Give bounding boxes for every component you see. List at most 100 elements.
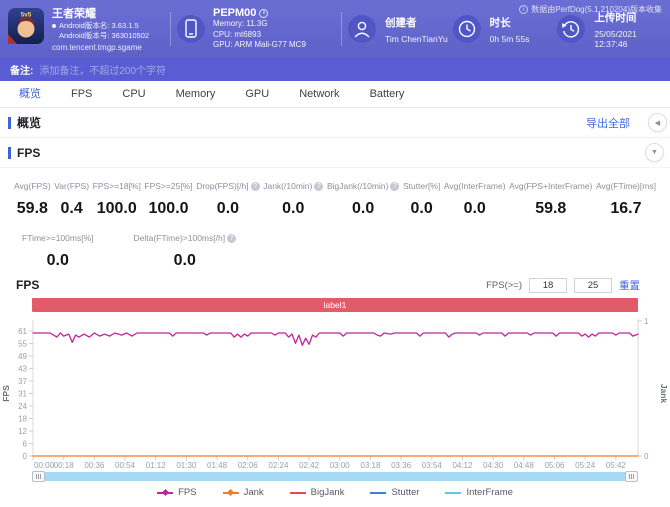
svg-text:Jank: Jank xyxy=(659,384,669,404)
fps-chart: 061218243137434955610100:0000:1800:3600:… xyxy=(0,312,670,470)
svg-text:24: 24 xyxy=(18,402,27,411)
header-divider xyxy=(170,12,171,46)
slider-left-handle[interactable] xyxy=(32,471,45,482)
fps-chart-title: FPS xyxy=(0,278,670,292)
slider-track[interactable] xyxy=(32,472,638,481)
svg-text:37: 37 xyxy=(18,377,27,386)
stat-FPS>=18[%]: FPS>=18[%] 100.0 xyxy=(93,181,141,218)
svg-text:01:12: 01:12 xyxy=(146,461,167,470)
stat-label: Drop(FPS)[/h]? xyxy=(196,181,259,191)
section-accent-bar xyxy=(8,147,11,159)
overview-title: 概览 xyxy=(17,114,41,131)
device-block: PEPM00 i Memory: 11.3G CPU: mt6893 GPU: … xyxy=(177,7,335,51)
svg-text:04:48: 04:48 xyxy=(514,461,535,470)
stat-value: 100.0 xyxy=(93,200,141,218)
stat-Delta(FTime)>100ms[/h]: Delta(FTime)>100ms[/h]?0.0 xyxy=(134,233,237,270)
legend-marker xyxy=(370,492,386,494)
svg-text:03:18: 03:18 xyxy=(360,461,381,470)
tab-Battery[interactable]: Battery xyxy=(355,81,420,107)
creator-block: 创建者 Tim ChenTianYu xyxy=(348,15,453,44)
svg-text:05:24: 05:24 xyxy=(575,461,596,470)
stat-Avg(InterFrame): Avg(InterFrame) 0.0 xyxy=(444,181,506,218)
legend-item-BigJank[interactable]: BigJank xyxy=(290,487,345,498)
duration-block: 时长 0h 5m 55s xyxy=(453,15,558,44)
svg-text:05:42: 05:42 xyxy=(606,461,627,470)
remark-input[interactable]: 添加备注，不超过200个字符 xyxy=(39,62,166,77)
reset-link[interactable]: 重置 xyxy=(619,278,640,293)
tab-GPU[interactable]: GPU xyxy=(230,81,284,107)
section-accent-bar xyxy=(8,117,11,129)
header-divider xyxy=(341,12,342,46)
duration-label: 时长 xyxy=(490,15,530,30)
info-icon: i xyxy=(519,5,528,14)
stat-label: Avg(FPS+InterFrame) xyxy=(509,181,592,191)
svg-text:00:36: 00:36 xyxy=(84,461,105,470)
svg-text:FPS: FPS xyxy=(1,385,11,402)
fps-threshold-label: FPS(>=) xyxy=(486,280,522,291)
collapse-section-button[interactable]: ▼ xyxy=(645,143,664,162)
chart-range-slider[interactable] xyxy=(32,471,638,482)
stat-value: 0.4 xyxy=(54,200,89,218)
stat-label: Var(FPS) xyxy=(54,181,89,191)
legend-item-InterFrame[interactable]: InterFrame xyxy=(445,487,512,498)
collect-note: i 数据由PerfDog(5.1.210204)版本收集 xyxy=(519,4,662,15)
app-block: 5v5 王者荣耀 Android版本名: 3.63.1.5 Android版本号… xyxy=(8,6,164,52)
device-memory: Memory: 11.3G xyxy=(213,19,306,30)
stat-Drop(FPS)[/h]: Drop(FPS)[/h]?0.0 xyxy=(196,181,259,218)
svg-text:00:18: 00:18 xyxy=(54,461,75,470)
stat-value: 0.0 xyxy=(22,252,94,270)
svg-text:03:00: 03:00 xyxy=(330,461,351,470)
svg-text:01:48: 01:48 xyxy=(207,461,228,470)
svg-text:0: 0 xyxy=(23,452,28,461)
help-icon[interactable]: ? xyxy=(314,182,323,191)
stat-value: 0.0 xyxy=(327,200,399,218)
svg-text:00:54: 00:54 xyxy=(115,461,136,470)
remark-bar: 备注: 添加备注，不超过200个字符 xyxy=(0,58,670,81)
app-name: 王者荣耀 xyxy=(52,8,149,21)
fps-chart-svg: 061218243137434955610100:0000:1800:3600:… xyxy=(0,312,670,470)
tab-Memory[interactable]: Memory xyxy=(161,81,231,107)
svg-text:05:06: 05:06 xyxy=(544,461,565,470)
legend-label: Jank xyxy=(244,487,264,498)
stat-FTime>=100ms[%]: FTime>=100ms[%]0.0 xyxy=(22,233,94,270)
chart-label-bar[interactable]: label1 xyxy=(32,298,638,312)
legend-item-Jank[interactable]: Jank xyxy=(223,487,264,498)
legend-item-Stutter[interactable]: Stutter xyxy=(370,487,419,498)
tab-概览[interactable]: 概览 xyxy=(4,81,56,107)
fps-threshold-high-input[interactable] xyxy=(574,278,612,293)
stat-Avg(FPS): Avg(FPS)59.8 xyxy=(14,181,51,218)
tab-FPS[interactable]: FPS xyxy=(56,81,107,107)
stat-label: FPS>=18[%] xyxy=(93,181,141,191)
stat-value: 0.0 xyxy=(444,200,506,218)
svg-text:00:00: 00:00 xyxy=(34,461,55,470)
legend-label: Stutter xyxy=(391,487,419,498)
help-icon[interactable]: ? xyxy=(251,182,260,191)
legend-marker xyxy=(223,492,239,494)
device-cpu: CPU: mt6893 xyxy=(213,30,306,41)
help-icon[interactable]: ? xyxy=(227,234,236,243)
fps-threshold-low-input[interactable] xyxy=(529,278,567,293)
svg-text:1: 1 xyxy=(644,317,649,326)
device-info-icon[interactable]: i xyxy=(259,9,268,18)
stat-label: Delta(FTime)>100ms[/h]? xyxy=(134,233,237,243)
export-all-link[interactable]: 导出全部 xyxy=(586,115,630,131)
upload-time-block: 上传时间 25/05/2021 12:37:46 xyxy=(557,10,662,49)
legend-marker xyxy=(445,492,461,494)
help-icon[interactable]: ? xyxy=(390,182,399,191)
collapse-panel-button[interactable]: ◀ xyxy=(648,113,667,132)
upload-value: 25/05/2021 12:37:46 xyxy=(594,29,662,49)
stat-value: 100.0 xyxy=(144,200,192,218)
stat-value: 0.0 xyxy=(403,200,440,218)
fps-section-title: FPS xyxy=(17,146,40,160)
slider-right-handle[interactable] xyxy=(625,471,638,482)
history-clock-icon xyxy=(557,15,585,43)
tab-CPU[interactable]: CPU xyxy=(107,81,160,107)
app-package: com.tencent.tmgp.sgame xyxy=(52,43,149,52)
tab-Network[interactable]: Network xyxy=(284,81,354,107)
legend-item-FPS[interactable]: FPS xyxy=(157,487,196,498)
stat-label: Avg(FTime)[ms] xyxy=(596,181,656,191)
stat-Var(FPS): Var(FPS) 0.4 xyxy=(54,181,89,218)
stat-label: Avg(InterFrame) xyxy=(444,181,506,191)
svg-text:18: 18 xyxy=(18,414,27,423)
svg-text:02:24: 02:24 xyxy=(268,461,289,470)
